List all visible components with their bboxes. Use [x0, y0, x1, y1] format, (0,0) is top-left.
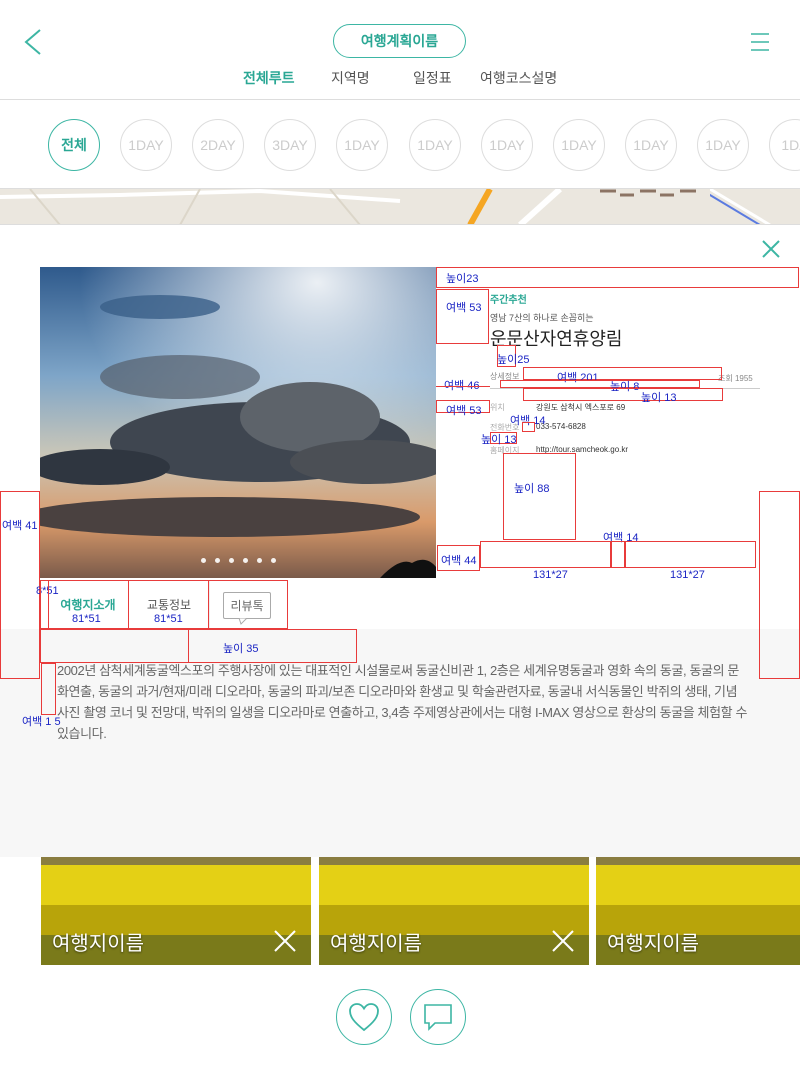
day-chip-all[interactable]: 전체 [48, 119, 100, 171]
annotation-label: 여백 201 [557, 372, 599, 384]
annotation-label: 여백 14 [603, 532, 639, 544]
annotation-label: 131*27 [533, 569, 568, 581]
photo-pagination [40, 558, 436, 563]
detail-info-header: 상세정보 [490, 372, 520, 381]
annotation-label: 높이 13 [641, 392, 677, 404]
pagination-dot[interactable] [228, 558, 234, 563]
annotation-label: 여백 53 [446, 405, 482, 417]
annotation-label: 높이25 [497, 354, 530, 366]
annotation-label: 8*51 [36, 585, 59, 597]
map-graphic [0, 189, 800, 224]
annotation-label: 여백 44 [441, 555, 477, 567]
speech-bubble-icon [424, 1004, 452, 1031]
hamburger-menu-icon[interactable] [748, 30, 772, 54]
location-label: 위치 [490, 403, 505, 412]
day-chip[interactable]: 1DA [769, 119, 800, 171]
annotation-label: 여백 14 [510, 415, 546, 427]
destination-name: 여행지이름 [52, 933, 144, 955]
close-icon[interactable] [273, 929, 297, 953]
day-chip[interactable]: 1DAY [409, 119, 461, 171]
nav-tabs: 전체루트 지역명 일정표 여행코스설명 [0, 68, 800, 90]
heart-icon [349, 1003, 379, 1032]
tab-region[interactable]: 지역명 [331, 68, 370, 88]
annotation-label: 여백 46 [444, 380, 480, 392]
action-button[interactable] [625, 541, 756, 568]
like-button[interactable] [336, 989, 392, 1045]
annotation-label: 높이23 [446, 273, 479, 285]
tab-course-description[interactable]: 여행코스설명 [480, 68, 557, 88]
place-description: 2002년 삼척세계동굴엑스포의 주행사장에 있는 대표적인 시설물로써 동굴신… [57, 663, 748, 741]
pagination-dot[interactable] [256, 558, 262, 563]
header: 여행계획이름 전체루트 지역명 일정표 여행코스설명 [0, 0, 800, 100]
view-count: 조회 1955 [718, 374, 753, 383]
speech-tail-icon [238, 618, 248, 625]
day-chip[interactable]: 1DAY [697, 119, 749, 171]
annotation-label: 여백 53 [446, 302, 482, 314]
map[interactable] [0, 188, 800, 224]
destination-card[interactable]: 여행지이름 [41, 857, 311, 965]
annotation-label: 81*51 [154, 613, 183, 625]
review-talk-button[interactable]: 리뷰톡 [223, 592, 271, 619]
day-chip[interactable]: 2DAY [192, 119, 244, 171]
tab-all-route[interactable]: 전체루트 [243, 68, 295, 88]
place-subtitle: 영남 7산의 하나로 손꼽히는 [490, 313, 594, 323]
pagination-dot[interactable] [270, 558, 276, 563]
annotation-label: 81*51 [72, 613, 101, 625]
annotation-label: 높이 88 [514, 483, 550, 495]
close-icon[interactable] [551, 929, 575, 953]
annotation-label: 높이 35 [223, 643, 259, 655]
tab-schedule[interactable]: 일정표 [413, 68, 452, 88]
day-chip[interactable]: 1DAY [625, 119, 677, 171]
weekly-recommend-badge: 주간추천 [490, 295, 527, 306]
annotation-label: 131*27 [670, 569, 705, 581]
destination-card[interactable]: 여행지이름 [596, 857, 800, 965]
pagination-dot[interactable] [214, 558, 220, 563]
trip-plan-title[interactable]: 여행계획이름 [333, 24, 466, 58]
day-chip[interactable]: 1DAY [336, 119, 388, 171]
annotation-label: 높이 13 [481, 434, 517, 446]
destination-name: 여행지이름 [330, 933, 422, 955]
action-button[interactable] [480, 541, 611, 568]
destination-name: 여행지이름 [607, 933, 699, 955]
homepage-link[interactable]: http://tour.samcheok.go.kr [536, 445, 628, 454]
location-value: 강원도 삼척시 엑스포로 69 [536, 403, 626, 412]
back-arrow-icon[interactable] [18, 27, 48, 57]
place-name: 운문산자연휴양림 [490, 329, 623, 349]
annotation-label: 여백 1 5 [22, 716, 61, 728]
destination-card[interactable]: 여행지이름 [319, 857, 589, 965]
annotation-label: 높이 8 [610, 381, 640, 393]
comment-button[interactable] [410, 989, 466, 1045]
pagination-dot[interactable] [242, 558, 248, 563]
close-icon[interactable] [760, 238, 782, 260]
review-talk-label: 리뷰톡 [230, 599, 264, 613]
day-selector: 전체 1DAY 2DAY 3DAY 1DAY 1DAY 1DAY 1DAY 1D… [0, 100, 800, 188]
day-chip[interactable]: 1DAY [481, 119, 533, 171]
day-chip[interactable]: 1DAY [120, 119, 172, 171]
place-photo-slider[interactable] [40, 267, 436, 578]
pagination-dot[interactable] [200, 558, 206, 563]
annotation-label: 여백 41 [2, 520, 38, 532]
day-chip[interactable]: 3DAY [264, 119, 316, 171]
day-chip[interactable]: 1DAY [553, 119, 605, 171]
sunset-photo [40, 267, 436, 578]
